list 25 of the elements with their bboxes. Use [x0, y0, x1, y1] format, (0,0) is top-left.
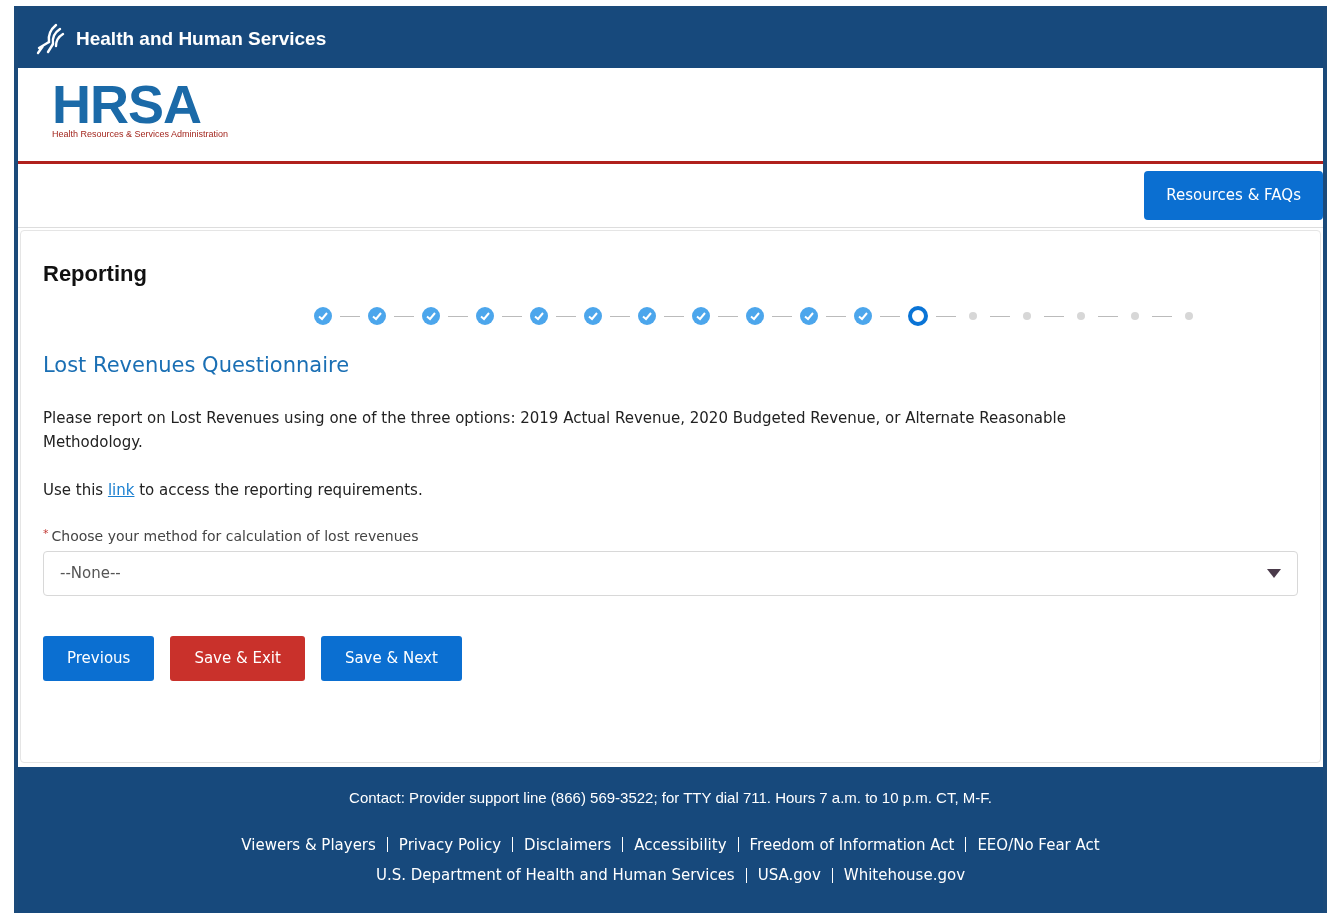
footer-link[interactable]: USA.gov [757, 864, 821, 887]
nav-button[interactable]: Save & Next [320, 635, 462, 681]
requirements-link[interactable]: link [107, 480, 135, 499]
contact-text: Contact: Provider support line (866) 569-3522; for TTY dial 711. Hours 7 a.m. to 10 p.m. CT, M-F. [348, 788, 993, 808]
footer-link[interactable]: Disclaimers [524, 833, 612, 856]
nav-button[interactable]: Previous [43, 635, 155, 681]
footer-link[interactable]: EEO/No Fear Act [977, 833, 1100, 856]
save-exit-button[interactable]: Save & Exit [170, 635, 305, 681]
resources-button[interactable]: Resources & FAQs [1144, 171, 1323, 220]
field-label: * Choose your method for calculation of lost revenues [43, 525, 420, 546]
footer-link[interactable]: Whitehouse.gov [843, 864, 965, 887]
agency-title: Health and Human Services [76, 26, 327, 51]
method-select[interactable]: --None-- [43, 550, 1298, 596]
footer-link[interactable]: U.S. Department of Health and Human Services [376, 864, 735, 887]
agency-subtitle: Health Resources & Services Administration [52, 128, 230, 140]
instruction-text: Use this link to access the reporting requirements. [43, 479, 424, 501]
caret-icon [1267, 568, 1281, 578]
intro-text: Please report on Lost Revenues using one of the three options: 2019 Actual Revenue, 2020 Budgeted Revenue, or Alternate Reasonable Methodology. [43, 407, 1067, 453]
agency-logo: HRSA [52, 80, 201, 128]
footer-link[interactable]: Accessibility [634, 833, 727, 856]
footer-link[interactable]: Viewers & Players [241, 833, 376, 856]
footer-link[interactable]: Freedom of Information Act [749, 833, 955, 856]
page-title: Reporting [43, 260, 148, 288]
section-title: Lost Revenues Questionnaire [43, 352, 351, 379]
footer-link[interactable]: Privacy Policy [398, 833, 502, 856]
